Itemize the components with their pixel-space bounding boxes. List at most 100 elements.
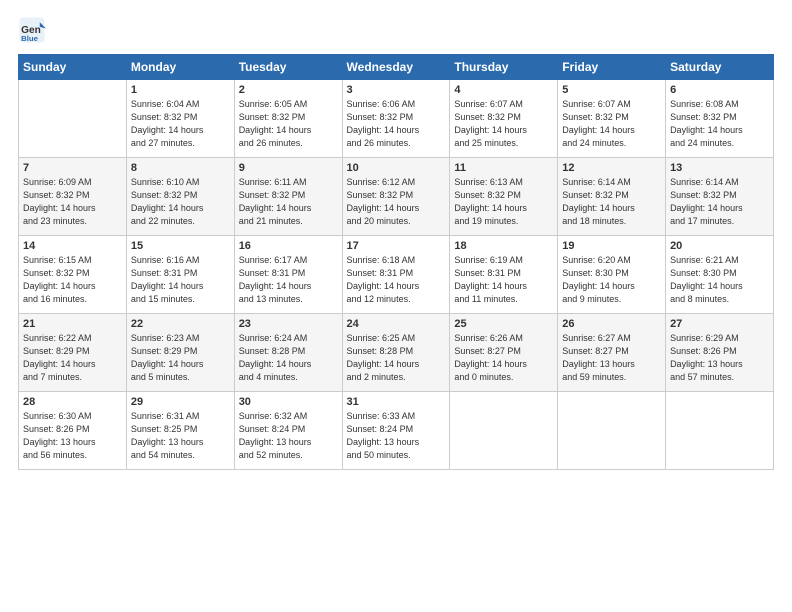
day-number: 18 (454, 240, 553, 252)
day-info: Sunrise: 6:23 AM Sunset: 8:29 PM Dayligh… (131, 332, 230, 384)
day-cell: 28 Sunrise: 6:30 AM Sunset: 8:26 PM Dayli… (19, 392, 127, 470)
day-number: 4 (454, 84, 553, 96)
day-number: 9 (239, 162, 338, 174)
day-cell: 8 Sunrise: 6:10 AM Sunset: 8:32 PM Daylig… (126, 158, 234, 236)
day-info: Sunrise: 6:12 AM Sunset: 8:32 PM Dayligh… (347, 176, 446, 228)
week-row-1: 1 Sunrise: 6:04 AM Sunset: 8:32 PM Daylig… (19, 80, 774, 158)
day-cell: 10 Sunrise: 6:12 AM Sunset: 8:32 PM Dayli… (342, 158, 450, 236)
day-number: 16 (239, 240, 338, 252)
day-number: 23 (239, 318, 338, 330)
day-number: 7 (23, 162, 122, 174)
day-number: 1 (131, 84, 230, 96)
day-info: Sunrise: 6:32 AM Sunset: 8:24 PM Dayligh… (239, 410, 338, 462)
day-info: Sunrise: 6:11 AM Sunset: 8:32 PM Dayligh… (239, 176, 338, 228)
day-number: 12 (562, 162, 661, 174)
day-info: Sunrise: 6:24 AM Sunset: 8:28 PM Dayligh… (239, 332, 338, 384)
day-info: Sunrise: 6:25 AM Sunset: 8:28 PM Dayligh… (347, 332, 446, 384)
day-info: Sunrise: 6:18 AM Sunset: 8:31 PM Dayligh… (347, 254, 446, 306)
day-number: 17 (347, 240, 446, 252)
day-cell: 12 Sunrise: 6:14 AM Sunset: 8:32 PM Dayli… (558, 158, 666, 236)
day-cell (450, 392, 558, 470)
day-info: Sunrise: 6:16 AM Sunset: 8:31 PM Dayligh… (131, 254, 230, 306)
day-info: Sunrise: 6:14 AM Sunset: 8:32 PM Dayligh… (670, 176, 769, 228)
day-info: Sunrise: 6:33 AM Sunset: 8:24 PM Dayligh… (347, 410, 446, 462)
day-cell: 24 Sunrise: 6:25 AM Sunset: 8:28 PM Dayli… (342, 314, 450, 392)
day-cell: 1 Sunrise: 6:04 AM Sunset: 8:32 PM Daylig… (126, 80, 234, 158)
day-info: Sunrise: 6:27 AM Sunset: 8:27 PM Dayligh… (562, 332, 661, 384)
day-cell: 31 Sunrise: 6:33 AM Sunset: 8:24 PM Dayli… (342, 392, 450, 470)
day-info: Sunrise: 6:05 AM Sunset: 8:32 PM Dayligh… (239, 98, 338, 150)
day-number: 19 (562, 240, 661, 252)
day-info: Sunrise: 6:07 AM Sunset: 8:32 PM Dayligh… (562, 98, 661, 150)
day-info: Sunrise: 6:06 AM Sunset: 8:32 PM Dayligh… (347, 98, 446, 150)
day-number: 15 (131, 240, 230, 252)
day-number: 28 (23, 396, 122, 408)
col-header-sunday: Sunday (19, 55, 127, 80)
day-number: 31 (347, 396, 446, 408)
day-number: 27 (670, 318, 769, 330)
logo-icon: Gen Blue (18, 16, 46, 44)
day-info: Sunrise: 6:10 AM Sunset: 8:32 PM Dayligh… (131, 176, 230, 228)
day-cell: 19 Sunrise: 6:20 AM Sunset: 8:30 PM Dayli… (558, 236, 666, 314)
day-cell: 29Sunrise: 6:31 AM Sunset: 8:25 PM Dayli… (126, 392, 234, 470)
week-row-2: 7 Sunrise: 6:09 AM Sunset: 8:32 PM Daylig… (19, 158, 774, 236)
day-number: 13 (670, 162, 769, 174)
day-info: Sunrise: 6:29 AM Sunset: 8:26 PM Dayligh… (670, 332, 769, 384)
day-number: 26 (562, 318, 661, 330)
day-info: Sunrise: 6:20 AM Sunset: 8:30 PM Dayligh… (562, 254, 661, 306)
day-info: Sunrise: 6:08 AM Sunset: 8:32 PM Dayligh… (670, 98, 769, 150)
day-cell: 2Sunrise: 6:05 AM Sunset: 8:32 PM Daylig… (234, 80, 342, 158)
day-cell: 18 Sunrise: 6:19 AM Sunset: 8:31 PM Dayli… (450, 236, 558, 314)
day-number: 14 (23, 240, 122, 252)
day-info: Sunrise: 6:30 AM Sunset: 8:26 PM Dayligh… (23, 410, 122, 462)
day-cell: 16Sunrise: 6:17 AM Sunset: 8:31 PM Dayli… (234, 236, 342, 314)
day-info: Sunrise: 6:15 AM Sunset: 8:32 PM Dayligh… (23, 254, 122, 306)
day-info: Sunrise: 6:14 AM Sunset: 8:32 PM Dayligh… (562, 176, 661, 228)
day-number: 21 (23, 318, 122, 330)
day-cell: 30 Sunrise: 6:32 AM Sunset: 8:24 PM Dayli… (234, 392, 342, 470)
header: Gen Blue (18, 16, 774, 44)
day-cell: 26 Sunrise: 6:27 AM Sunset: 8:27 PM Dayli… (558, 314, 666, 392)
day-cell: 4 Sunrise: 6:07 AM Sunset: 8:32 PM Daylig… (450, 80, 558, 158)
day-number: 10 (347, 162, 446, 174)
day-cell: 17 Sunrise: 6:18 AM Sunset: 8:31 PM Dayli… (342, 236, 450, 314)
day-cell: 20Sunrise: 6:21 AM Sunset: 8:30 PM Dayli… (666, 236, 774, 314)
day-cell: 14 Sunrise: 6:15 AM Sunset: 8:32 PM Dayli… (19, 236, 127, 314)
day-cell (666, 392, 774, 470)
col-header-monday: Monday (126, 55, 234, 80)
day-info: Sunrise: 6:31 AM Sunset: 8:25 PM Dayligh… (131, 410, 230, 462)
day-number: 20 (670, 240, 769, 252)
day-number: 11 (454, 162, 553, 174)
day-cell: 6 Sunrise: 6:08 AM Sunset: 8:32 PM Daylig… (666, 80, 774, 158)
day-cell (558, 392, 666, 470)
day-cell: 9 Sunrise: 6:11 AM Sunset: 8:32 PM Daylig… (234, 158, 342, 236)
col-header-saturday: Saturday (666, 55, 774, 80)
day-number: 5 (562, 84, 661, 96)
day-info: Sunrise: 6:07 AM Sunset: 8:32 PM Dayligh… (454, 98, 553, 150)
day-info: Sunrise: 6:09 AM Sunset: 8:32 PM Dayligh… (23, 176, 122, 228)
svg-text:Blue: Blue (21, 34, 39, 43)
day-info: Sunrise: 6:19 AM Sunset: 8:31 PM Dayligh… (454, 254, 553, 306)
day-number: 8 (131, 162, 230, 174)
calendar-header-row: SundayMondayTuesdayWednesdayThursdayFrid… (19, 55, 774, 80)
col-header-tuesday: Tuesday (234, 55, 342, 80)
day-number: 6 (670, 84, 769, 96)
day-cell: 25Sunrise: 6:26 AM Sunset: 8:27 PM Dayli… (450, 314, 558, 392)
day-number: 24 (347, 318, 446, 330)
col-header-wednesday: Wednesday (342, 55, 450, 80)
day-cell: 21Sunrise: 6:22 AM Sunset: 8:29 PM Dayli… (19, 314, 127, 392)
day-cell: 13 Sunrise: 6:14 AM Sunset: 8:32 PM Dayli… (666, 158, 774, 236)
week-row-5: 28 Sunrise: 6:30 AM Sunset: 8:26 PM Dayli… (19, 392, 774, 470)
col-header-thursday: Thursday (450, 55, 558, 80)
day-number: 3 (347, 84, 446, 96)
week-row-4: 21Sunrise: 6:22 AM Sunset: 8:29 PM Dayli… (19, 314, 774, 392)
day-info: Sunrise: 6:04 AM Sunset: 8:32 PM Dayligh… (131, 98, 230, 150)
day-cell: 5 Sunrise: 6:07 AM Sunset: 8:32 PM Daylig… (558, 80, 666, 158)
day-info: Sunrise: 6:26 AM Sunset: 8:27 PM Dayligh… (454, 332, 553, 384)
day-cell: 15 Sunrise: 6:16 AM Sunset: 8:31 PM Dayli… (126, 236, 234, 314)
week-row-3: 14 Sunrise: 6:15 AM Sunset: 8:32 PM Dayli… (19, 236, 774, 314)
day-cell: 23 Sunrise: 6:24 AM Sunset: 8:28 PM Dayli… (234, 314, 342, 392)
calendar-table: SundayMondayTuesdayWednesdayThursdayFrid… (18, 54, 774, 470)
day-number: 30 (239, 396, 338, 408)
page: Gen Blue SundayMondayTuesdayWednesdayThu… (0, 0, 792, 480)
